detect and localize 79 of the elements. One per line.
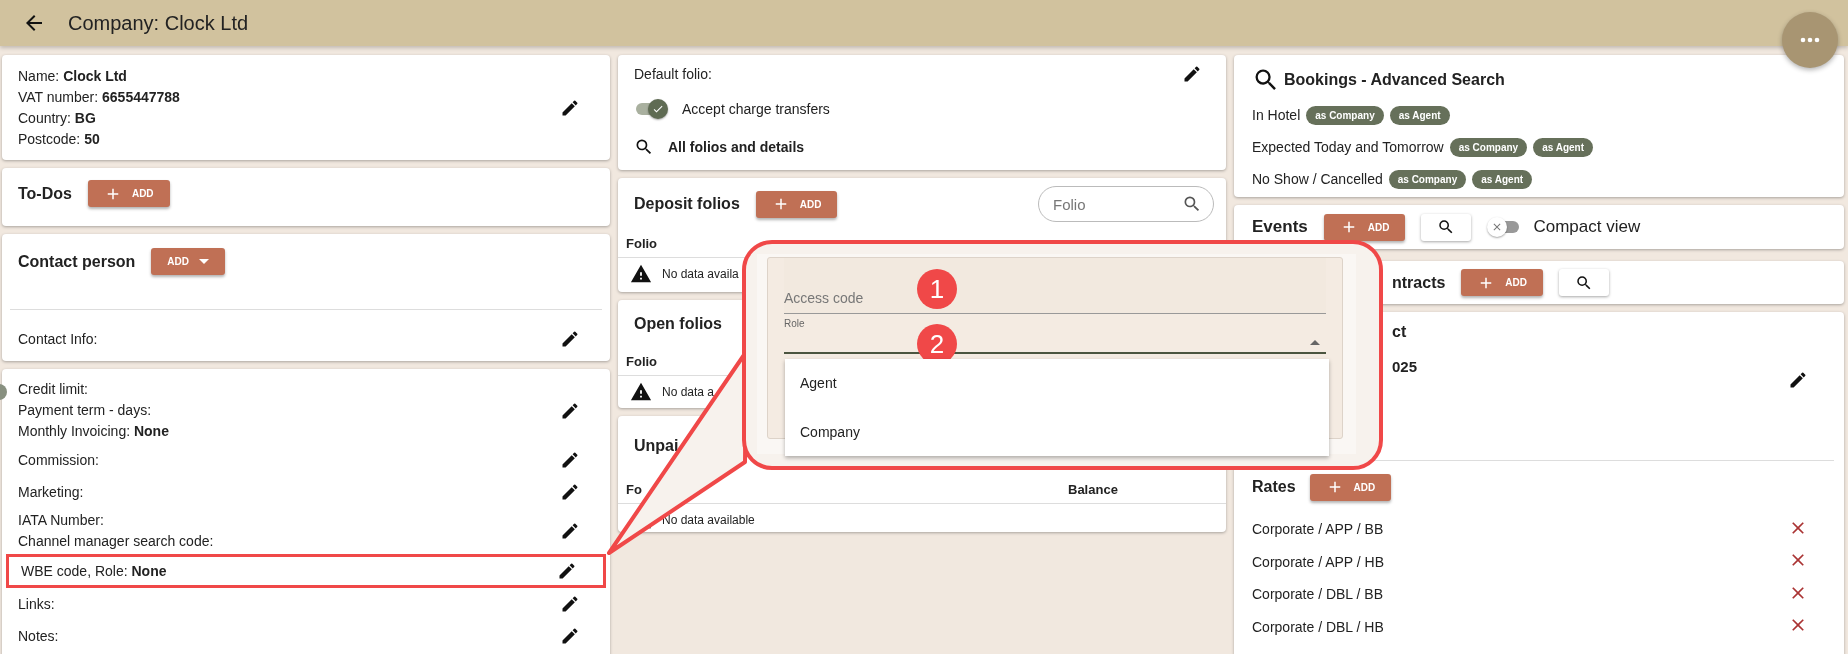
search-button[interactable] — [1559, 269, 1610, 296]
check-icon — [652, 103, 664, 115]
edit-icon[interactable] — [560, 450, 580, 470]
edit-icon[interactable] — [560, 400, 580, 421]
section-title: To-Dos — [18, 184, 72, 203]
folios-link[interactable]: All folios and details — [668, 139, 805, 155]
field-text: Name: Clock Ltd — [18, 66, 128, 86]
add-button[interactable]: ADD — [151, 248, 225, 275]
caret-up-icon — [1310, 340, 1320, 345]
edit-icon[interactable] — [560, 482, 580, 502]
section-title: Contact person — [18, 252, 136, 271]
warning-icon — [630, 263, 652, 285]
add-button[interactable]: ADD — [1309, 473, 1392, 501]
edit-icon[interactable] — [557, 561, 577, 581]
field-text: Commission: — [18, 450, 99, 470]
field-text: Contact Info: — [18, 329, 98, 349]
add-button[interactable]: ADD — [755, 190, 838, 218]
add-button[interactable]: ADD — [1461, 269, 1544, 296]
warning-icon — [630, 381, 652, 403]
rate-item: Corporate / APP / BB — [1252, 521, 1384, 538]
column-header: Fo — [626, 482, 643, 497]
search-icon — [1182, 194, 1202, 214]
section-title: Open folios — [634, 315, 722, 333]
field-text: Credit limit: — [18, 380, 89, 399]
toggle-switch[interactable] — [634, 98, 670, 120]
edit-icon[interactable] — [1182, 64, 1202, 84]
field-text: Notes: — [18, 626, 59, 646]
search-button[interactable] — [1421, 213, 1472, 241]
column-header: Folio — [626, 236, 659, 251]
rate-item: Corporate / APP / HB — [1252, 553, 1385, 570]
search-icon — [634, 137, 654, 157]
add-button[interactable]: ADD — [1323, 213, 1406, 241]
search-label: In Hotel — [1252, 107, 1301, 123]
empty-message: No data availa — [662, 267, 739, 281]
caret-down-icon — [199, 259, 209, 264]
more-icon — [1800, 37, 1820, 43]
section-title: Deposit folios — [634, 195, 740, 213]
field-text: Channel manager search code: — [18, 532, 214, 551]
page-title: Company: Clock Ltd — [68, 11, 249, 35]
section-title: ct — [1392, 323, 1407, 341]
toggle-label: Compact view — [1533, 217, 1641, 237]
toggle-label: Accept charge transfers — [682, 101, 830, 117]
contract-date: 025 — [1392, 358, 1418, 375]
search-field[interactable]: Folio — [1038, 186, 1214, 222]
edit-icon[interactable] — [560, 97, 580, 118]
edit-icon[interactable] — [560, 521, 580, 541]
filter-chip[interactable]: as Agent — [1389, 105, 1450, 125]
filter-chip[interactable]: as Company — [1449, 137, 1528, 157]
edit-icon[interactable] — [560, 626, 580, 646]
search-label: Expected Today and Tomorrow — [1252, 139, 1444, 155]
edit-icon[interactable] — [560, 329, 580, 349]
filter-chip[interactable]: as Agent — [1533, 137, 1594, 157]
field-text: Country: BG — [18, 108, 97, 128]
field-text: VAT number: 6655447788 — [18, 87, 180, 107]
field-text: Default folio: — [634, 66, 712, 82]
rate-item: Corporate / DBL / BB — [1252, 586, 1383, 603]
column-header: Balance — [1068, 482, 1119, 497]
field-text: Links: — [18, 594, 55, 614]
edit-icon[interactable] — [560, 594, 580, 614]
filter-chip[interactable]: as Company — [1306, 105, 1384, 125]
section-title: ntracts — [1392, 273, 1446, 292]
field-text: Monthly Invoicing: None — [18, 422, 169, 441]
field-text: Payment term - days: — [18, 401, 153, 420]
filter-chip[interactable]: as Company — [1388, 169, 1467, 189]
section-title: Unpai — [634, 437, 679, 455]
add-button[interactable]: ADD — [87, 180, 170, 207]
section-title: Bookings - Advanced Search — [1284, 71, 1505, 89]
edit-icon[interactable] — [1788, 370, 1808, 390]
search-label: No Show / Cancelled — [1252, 171, 1383, 187]
rate-item: Corporate / DBL / HB — [1252, 618, 1384, 635]
field-text: WBE code, Role: None — [21, 561, 167, 581]
field-text: IATA Number: — [18, 511, 105, 530]
filter-chip[interactable]: as Agent — [1472, 169, 1533, 189]
field-text: Marketing: — [18, 482, 84, 502]
section-title: Rates — [1252, 478, 1296, 496]
field-text: Postcode: 50 — [18, 129, 101, 149]
section-title: Events — [1252, 217, 1308, 237]
empty-message: No data a — [662, 385, 715, 399]
column-header: Folio — [626, 354, 659, 369]
